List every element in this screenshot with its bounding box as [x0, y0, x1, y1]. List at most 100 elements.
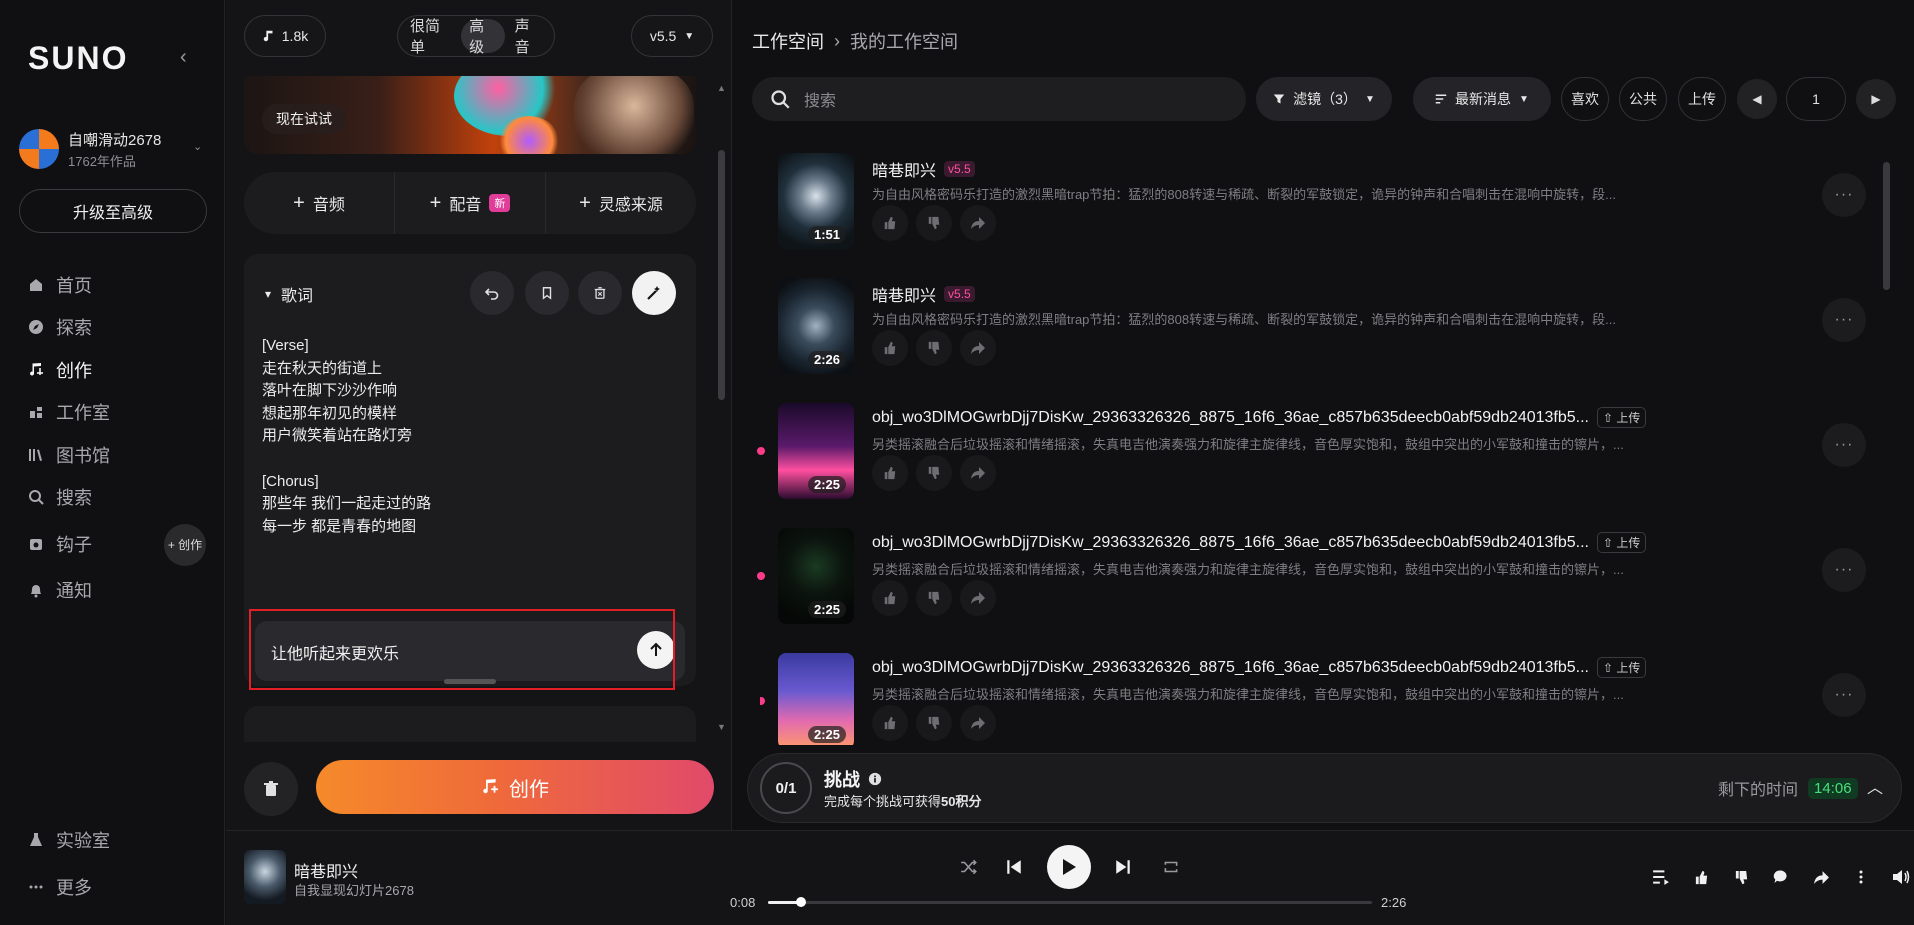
nav-item-labs[interactable]: 实验室	[28, 827, 110, 853]
filter-liked[interactable]: 喜欢	[1561, 77, 1609, 121]
song-cover[interactable]: 1:51	[778, 153, 854, 249]
mode-advanced[interactable]: 高级	[461, 18, 505, 56]
more-options-button[interactable]: ···	[1822, 423, 1866, 467]
bookmark-button[interactable]	[525, 271, 569, 315]
share-button[interactable]	[960, 205, 996, 241]
panel-scrollbar[interactable]	[718, 150, 725, 400]
song-row[interactable]: 2:26 暗巷即兴 v5.5 为自由风格密码乐打造的激烈黑暗trap节拍：猛烈的…	[760, 265, 1870, 375]
scroll-down-icon[interactable]: ▼	[717, 722, 726, 732]
clear-all-button[interactable]	[244, 762, 298, 816]
clear-lyrics-button[interactable]	[578, 271, 622, 315]
add-audio-button[interactable]: + 音频	[244, 172, 395, 234]
filter-uploads[interactable]: 上传	[1678, 77, 1726, 121]
version-select[interactable]: v5.5 ▼	[631, 15, 713, 57]
like-button[interactable]	[872, 205, 908, 241]
nav-item-studio[interactable]: 工作室	[28, 399, 110, 425]
workspace-search[interactable]: 搜索	[752, 77, 1246, 121]
song-cover[interactable]: 2:25	[778, 403, 854, 499]
create-hook-button[interactable]: + 创作	[164, 524, 206, 566]
now-playing-title[interactable]: 暗巷即兴	[294, 858, 358, 882]
volume-button[interactable]	[1890, 866, 1912, 888]
like-button[interactable]	[872, 455, 908, 491]
share-button[interactable]	[960, 705, 996, 741]
filter-public[interactable]: 公共	[1619, 77, 1667, 121]
now-playing-cover[interactable]	[244, 850, 286, 904]
nav-item-explore[interactable]: 探索	[28, 314, 92, 340]
scroll-up-icon[interactable]: ▲	[717, 83, 726, 93]
song-row[interactable]: 2:25 obj_wo3DlMOGwrbDjj7DisKw_2936332632…	[757, 390, 1870, 500]
share-button[interactable]	[960, 330, 996, 366]
breadcrumb-root[interactable]: 工作空间	[752, 28, 824, 54]
nav-item-more[interactable]: 更多	[28, 874, 92, 900]
magic-wand-button[interactable]	[632, 271, 676, 315]
page-number[interactable]: 1	[1786, 77, 1846, 121]
more-options-button[interactable]: ···	[1822, 173, 1866, 217]
lyrics-text[interactable]: [Verse] 走在秋天的街道上 落叶在脚下沙沙作响 想起那年初见的模样 用户微…	[262, 335, 431, 538]
comments-button[interactable]	[1770, 866, 1792, 888]
like-button[interactable]	[872, 580, 908, 616]
chevron-up-icon[interactable]: ︿	[1867, 774, 1883, 798]
play-button[interactable]	[1047, 845, 1091, 889]
nav-item-search[interactable]: 搜索	[28, 484, 92, 510]
nav-item-home[interactable]: 首页	[28, 272, 92, 298]
user-name[interactable]: 自嘲滑动2678	[68, 129, 161, 150]
song-row[interactable]: 2:25 obj_wo3DlMOGwrbDjj7DisKw_2936332632…	[757, 515, 1870, 625]
queue-button[interactable]	[1650, 866, 1672, 888]
user-avatar[interactable]	[19, 129, 59, 169]
info-icon[interactable]	[868, 772, 882, 786]
repeat-button[interactable]	[1158, 854, 1184, 880]
share-song-button[interactable]	[1810, 866, 1832, 888]
more-options-button[interactable]: ···	[1822, 548, 1866, 592]
search-input[interactable]: 搜索	[804, 87, 836, 111]
nav-item-notifications[interactable]: 通知	[28, 577, 92, 603]
prev-page-button[interactable]: ◀	[1737, 79, 1777, 119]
song-cover[interactable]: 2:25	[778, 528, 854, 624]
upgrade-button[interactable]: 升级至高级	[19, 189, 207, 233]
song-row[interactable]: 2:25 obj_wo3DlMOGwrbDjj7DisKw_2936332632…	[760, 640, 1870, 745]
song-title[interactable]: obj_wo3DlMOGwrbDjj7DisKw_29363326326_887…	[872, 407, 1647, 428]
song-title[interactable]: obj_wo3DlMOGwrbDjj7DisKw_29363326326_887…	[872, 657, 1647, 678]
add-voiceover-button[interactable]: + 配音 新	[395, 172, 546, 234]
song-row[interactable]: 1:51 暗巷即兴 v5.5 为自由风格密码乐打造的激烈黑暗trap节拍：猛烈的…	[760, 140, 1870, 250]
dislike-button[interactable]	[916, 455, 952, 491]
sort-button[interactable]: 最新消息 ▼	[1413, 77, 1551, 121]
song-cover[interactable]: 2:25	[778, 653, 854, 745]
add-inspiration-button[interactable]: + 灵感来源	[546, 172, 696, 234]
dislike-button[interactable]	[916, 205, 952, 241]
chevron-down-icon[interactable]: ⌄	[193, 140, 202, 153]
filter-button[interactable]: 滤镜（3） ▼	[1256, 77, 1392, 121]
create-button[interactable]: 创作	[316, 760, 714, 814]
try-now-button[interactable]: 现在试试	[262, 104, 346, 134]
song-title[interactable]: obj_wo3DlMOGwrbDjj7DisKw_29363326326_887…	[872, 532, 1647, 553]
nav-item-create[interactable]: 创作	[28, 357, 92, 383]
dislike-button[interactable]	[916, 330, 952, 366]
mode-simple[interactable]: 很简单	[402, 18, 459, 56]
nav-item-hooks[interactable]: 钩子	[28, 531, 92, 557]
progress-track[interactable]	[768, 901, 1372, 904]
mode-voice[interactable]: 声音	[507, 18, 550, 56]
next-page-button[interactable]: ▶	[1856, 79, 1896, 119]
lyrics-toggle[interactable]: ▾ 歌词	[265, 282, 313, 306]
previous-button[interactable]	[1001, 854, 1027, 880]
undo-button[interactable]	[470, 271, 514, 315]
nav-item-library[interactable]: 图书馆	[28, 442, 110, 468]
more-options-button[interactable]: ···	[1822, 673, 1866, 717]
like-button[interactable]	[872, 330, 908, 366]
more-player-options-button[interactable]	[1850, 866, 1872, 888]
like-song-button[interactable]	[1690, 866, 1712, 888]
share-button[interactable]	[960, 580, 996, 616]
shuffle-button[interactable]	[956, 854, 982, 880]
like-button[interactable]	[872, 705, 908, 741]
dislike-button[interactable]	[916, 580, 952, 616]
more-options-button[interactable]: ···	[1822, 298, 1866, 342]
suno-logo[interactable]: SUNO	[28, 40, 128, 77]
song-cover[interactable]: 2:26	[778, 278, 854, 374]
credits-pill[interactable]: 1.8k	[244, 15, 326, 57]
song-list-scrollbar[interactable]	[1883, 162, 1890, 290]
dislike-button[interactable]	[916, 705, 952, 741]
next-button[interactable]	[1110, 854, 1136, 880]
song-title[interactable]: 暗巷即兴 v5.5	[872, 157, 975, 181]
song-title[interactable]: 暗巷即兴 v5.5	[872, 282, 975, 306]
dislike-song-button[interactable]	[1730, 866, 1752, 888]
share-button[interactable]	[960, 455, 996, 491]
